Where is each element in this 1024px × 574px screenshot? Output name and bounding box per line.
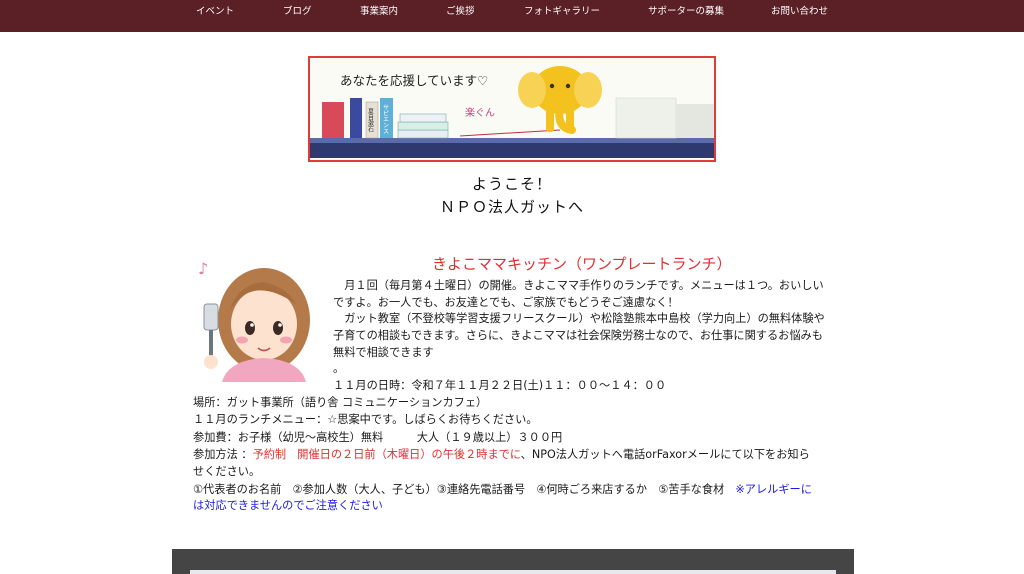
mama-chef-illustration: ♪	[198, 259, 310, 382]
text-line-6: 。	[333, 362, 345, 375]
section-title: きよこママキッチン（ワンプレートランチ）	[432, 255, 732, 273]
nav-item-photo-gallery[interactable]: フォトギャラリー	[524, 3, 600, 17]
event-menu: １１月のランチメニュー：☆思案中です。しばらくお待ちください。	[193, 413, 538, 426]
reservation-deadline: 予約制 開催日の２日前（木曜日）の午後２時までに	[252, 448, 521, 461]
text-line-3: ガット教室（不登校等学習支援フリースクール）や松陰塾熊本中島校（学力向上）の無料…	[333, 312, 825, 325]
text-line-5: 無料で相談できます	[333, 346, 434, 359]
top-nav: イベント ブログ 事業案内 ご挨拶 フォトギャラリー サポーターの募集 お問い合…	[0, 0, 1024, 32]
nav-item-contact[interactable]: お問い合わせ	[771, 3, 828, 17]
nav-item-services[interactable]: 事業案内	[360, 3, 398, 17]
required-items: ①代表者のお名前 ②参加人数（大人、子ども）③連絡先電話番号 ④何時ごろ来店する…	[193, 483, 736, 496]
nav-item-supporters[interactable]: サポーターの募集	[648, 3, 724, 17]
hero-banner: あなたを応援しています♡ 夏目漱石 サピエンス 楽ぐん	[308, 56, 716, 162]
allergy-notice-line2: は対応できませんのでご注意ください	[193, 499, 383, 512]
reservation-suffix: 、NPO法人ガットへ電話orFaxorメールにて以下をお知ら	[520, 448, 810, 461]
text-line-4: 子育ての相談もできます。さらに、きよこママは社会保険労務士なので、お仕事に関する…	[333, 329, 823, 342]
banner-illustration: 夏目漱石 サピエンス 楽ぐん	[310, 66, 714, 158]
nav-item-events[interactable]: イベント	[196, 3, 234, 17]
event-fee: 参加費：お子様（幼児〜高校生）無料 大人（１９歳以上）３００円	[193, 431, 563, 444]
text-line-2: ですよ。お一人でも、お友達とでも、ご家族でもどうぞご遠慮なく！	[333, 296, 679, 309]
reservation-method-line2: せください。	[193, 465, 261, 478]
required-info: ①代表者のお名前 ②参加人数（大人、子ども）③連絡先電話番号 ④何時ごろ来店する…	[193, 482, 812, 497]
welcome-line-2: ＮＰＯ法人ガットへ	[439, 198, 584, 216]
embedded-map[interactable]	[190, 570, 836, 574]
reservation-prefix: 参加方法 ：	[193, 448, 253, 461]
nav-item-blog[interactable]: ブログ	[283, 3, 312, 17]
event-datetime: １１月の日時：令和７年１１月２２日(土)１１：００〜１４：００	[333, 379, 667, 392]
book-label-natsume: 夏目漱石	[367, 108, 374, 133]
nav-item-greeting[interactable]: ご挨拶	[446, 3, 475, 17]
text-line-1: 月１回（毎月第４土曜日）の開催。きよこママ手作りのランチです。メニューは１つ。お…	[333, 279, 824, 292]
reservation-method: 参加方法 ：予約制 開催日の２日前（木曜日）の午後２時までに、NPO法人ガットへ…	[193, 447, 810, 462]
welcome-line-1: ようこそ！	[471, 175, 552, 193]
book-label-sapiens: サピエンス	[382, 104, 389, 134]
svg-text:♪: ♪	[198, 259, 208, 278]
banner-signature: 楽ぐん	[465, 106, 495, 119]
event-place: 場所：ガット事業所（語り舎 コミュニケーションカフェ）	[193, 396, 488, 409]
allergy-notice: ※アレルギーに	[735, 483, 812, 496]
